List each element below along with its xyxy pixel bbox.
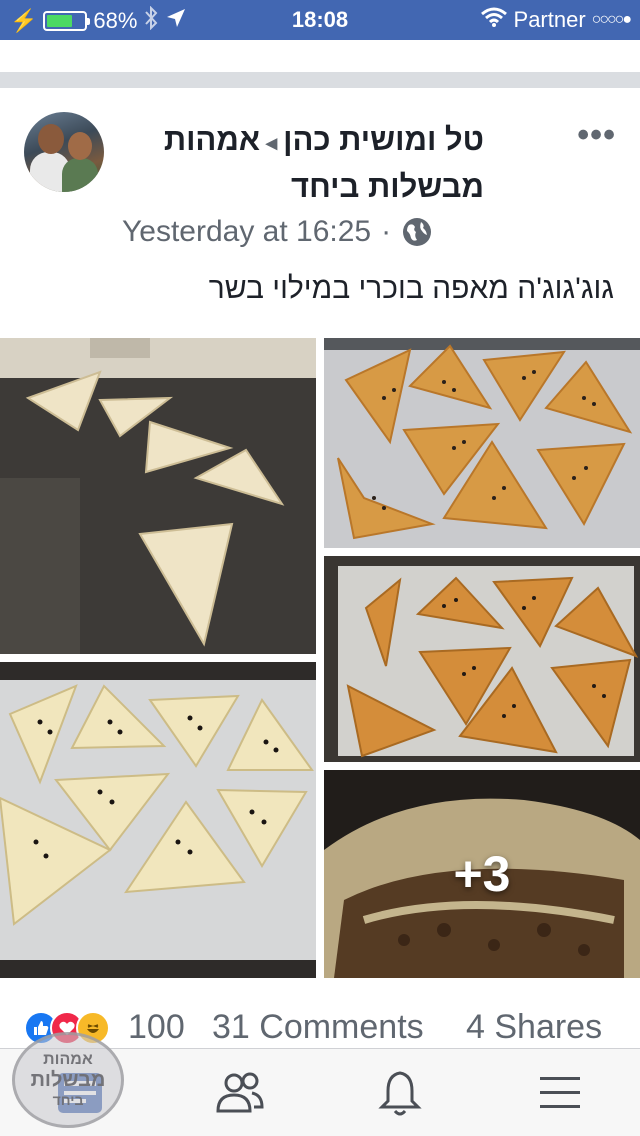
status-bar: ⚡ 68% 18:08 Partner ○○○○● [0,0,640,40]
watermark-line-2: מבשלות [30,1069,106,1091]
tab-menu[interactable] [532,1067,588,1119]
status-right: Partner ○○○○● [480,6,632,34]
post-title: טל ומושית כהן◂אמהות מבשלות ביחד [104,118,484,209]
post-timestamp[interactable]: Yesterday at 16:25 [122,215,371,249]
photo-3-baked-tray[interactable] [324,556,640,762]
group-watermark-logo: אמהות מבשלות ביחד [12,1032,124,1128]
watermark-line-3: ביחד [52,1092,84,1108]
more-options-button[interactable]: ••• [577,116,616,155]
signal-dots: ○○○○● [591,11,632,28]
previous-post-remnant [0,40,640,72]
friends-icon [216,1072,264,1113]
tab-friends[interactable] [212,1067,268,1119]
watermark-line-1: אמהות [43,1051,93,1068]
photo-5-filling-closeup[interactable]: +3 [324,770,640,978]
more-photos-overlay[interactable]: +3 [324,770,640,978]
tab-notifications[interactable] [372,1067,428,1119]
author-avatar[interactable] [24,112,104,192]
menu-icon [540,1077,580,1108]
feed-separator [0,72,640,88]
carrier-name: Partner [513,7,586,32]
author-name[interactable]: טל ומושית כהן [283,122,484,157]
post-meta: Yesterday at 16:25 · [122,215,433,249]
comments-count[interactable]: 31 Comments [212,1008,424,1047]
reaction-count[interactable]: 100 [128,1008,185,1047]
post-text: גוג'גוג'ה מאפה בוכרי במילוי בשר [208,272,614,305]
meta-separator: · [381,215,392,248]
photo-1-raw-dough[interactable] [0,338,316,654]
arrow-icon: ◂ [266,130,278,155]
shares-count[interactable]: 4 Shares [466,1008,602,1047]
wifi-icon [480,6,508,34]
notifications-icon [378,1071,422,1116]
globe-icon [401,216,433,248]
photo-4-seeded-dough[interactable] [0,662,316,978]
photo-2-baked-pastries[interactable] [324,338,640,548]
